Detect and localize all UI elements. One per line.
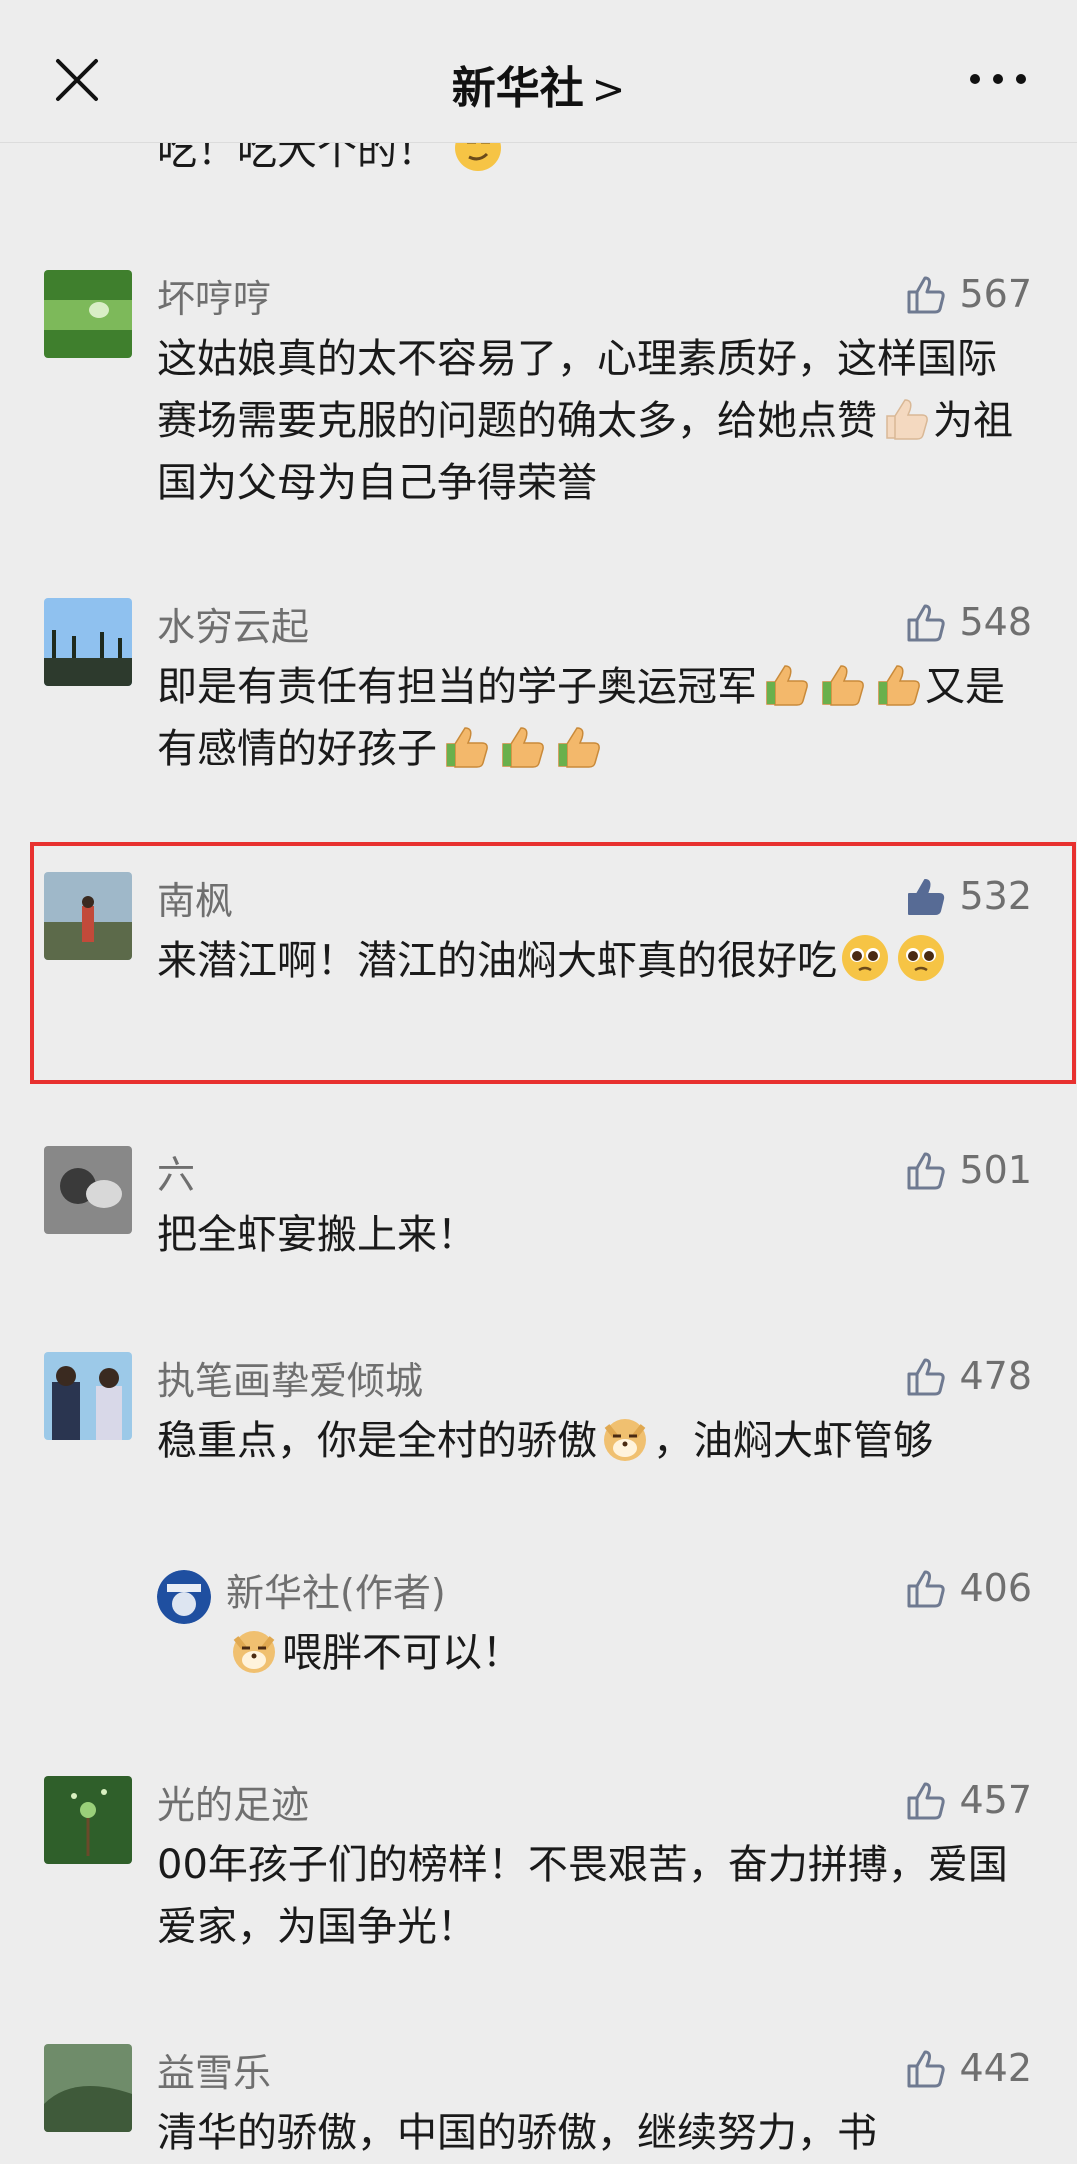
- more-icon[interactable]: [967, 64, 1029, 94]
- commenter-name[interactable]: 益雪乐: [157, 2042, 271, 2097]
- thumbs-up-emoji: [766, 665, 808, 706]
- avatar[interactable]: [44, 1146, 132, 1234]
- thumbs-up-icon: [907, 1570, 946, 1608]
- like-count: 567: [959, 272, 1032, 316]
- author-avatar[interactable]: [157, 1570, 211, 1624]
- like-count: 457: [959, 1778, 1032, 1822]
- commenter-name[interactable]: 光的足迹: [157, 1774, 309, 1829]
- thumbs-up-icon: [907, 276, 946, 314]
- chevron-right-icon: >: [591, 67, 626, 113]
- thumbs-up-icon-filled: [908, 879, 945, 915]
- thumbs-up-emoji: [446, 727, 488, 768]
- commenter-name[interactable]: 南枫: [157, 870, 233, 925]
- pleading-face-emoji: [842, 935, 888, 981]
- like-button[interactable]: 442: [903, 2046, 1032, 2090]
- like-button[interactable]: 501: [903, 1148, 1032, 1192]
- like-button[interactable]: 406: [903, 1566, 1032, 1610]
- thumbs-up-emoji: [886, 399, 928, 440]
- pleading-face-emoji: [898, 935, 944, 981]
- avatar[interactable]: [44, 1776, 132, 1864]
- comment-text: 把全虾宴搬上来！: [157, 1212, 477, 1258]
- like-count: 442: [959, 2046, 1032, 2090]
- like-button[interactable]: 457: [903, 1778, 1032, 1822]
- like-button[interactable]: 478: [903, 1354, 1032, 1398]
- thumbs-up-emoji: [502, 727, 544, 768]
- comment-text: 稳重点，你是全村的骄傲 ，油焖大虾管够: [157, 1410, 1017, 1472]
- comment-text: 这姑娘真的太不容易了，心理素质好，这样国际赛场需要克服的问题的确太多，给她点赞为…: [157, 336, 1013, 506]
- thumbs-up-icon: [907, 1152, 946, 1190]
- thumbs-up-icon: [907, 1358, 946, 1396]
- thumbs-up-emoji: [878, 665, 920, 706]
- doge-emoji: [233, 1631, 275, 1673]
- like-count: 501: [959, 1148, 1032, 1192]
- thumbs-up-emoji: [822, 665, 864, 706]
- avatar[interactable]: [44, 872, 132, 960]
- avatar[interactable]: [44, 1352, 132, 1440]
- commenter-name[interactable]: 新华社(作者): [226, 1562, 446, 1617]
- commenter-name[interactable]: 六: [157, 1144, 195, 1199]
- page-title[interactable]: 新华社: [452, 63, 584, 114]
- avatar[interactable]: [44, 270, 132, 358]
- comment-text: 清华的骄傲，中国的骄傲，继续努力，书: [157, 2110, 877, 2156]
- commenter-name[interactable]: 坏哼哼: [157, 268, 271, 323]
- thumbs-up-emoji: [558, 727, 600, 768]
- doge-emoji: [604, 1419, 646, 1461]
- comment-text: 00年孩子们的榜样！不畏艰苦，奋力拼搏，爱国爱家，为国争光！: [157, 1842, 1008, 1950]
- top-bar: 新华社 >: [0, 0, 1077, 143]
- thumbs-up-icon: [907, 1782, 946, 1820]
- like-count: 478: [959, 1354, 1032, 1398]
- comment-list: 吃！吃大个的！ 坏哼哼 567 这姑娘真的太不容易了，心理素质好，这样国际赛场需…: [0, 0, 1077, 2156]
- like-count: 532: [959, 874, 1032, 918]
- commenter-name[interactable]: 水穷云起: [157, 596, 309, 651]
- commenter-name[interactable]: 执笔画挚爱倾城: [157, 1350, 423, 1405]
- comment-text: 即是有责任有担当的学子奥运冠军 又是有感情的好孩子: [157, 656, 1017, 780]
- like-count: 406: [959, 1566, 1032, 1610]
- like-button[interactable]: 567: [903, 272, 1032, 316]
- comment-text: 喂胖不可以！: [226, 1622, 1006, 1684]
- avatar[interactable]: [44, 2044, 132, 2132]
- thumbs-up-icon: [907, 604, 946, 642]
- like-button[interactable]: 532: [903, 874, 1032, 918]
- like-count: 548: [959, 600, 1032, 644]
- thumbs-up-icon: [907, 2050, 946, 2088]
- header-title[interactable]: 新华社 >: [0, 52, 1077, 116]
- like-button[interactable]: 548: [903, 600, 1032, 644]
- avatar[interactable]: [44, 598, 132, 686]
- comment-text: 来潜江啊！潜江的油焖大虾真的很好吃: [157, 930, 1017, 992]
